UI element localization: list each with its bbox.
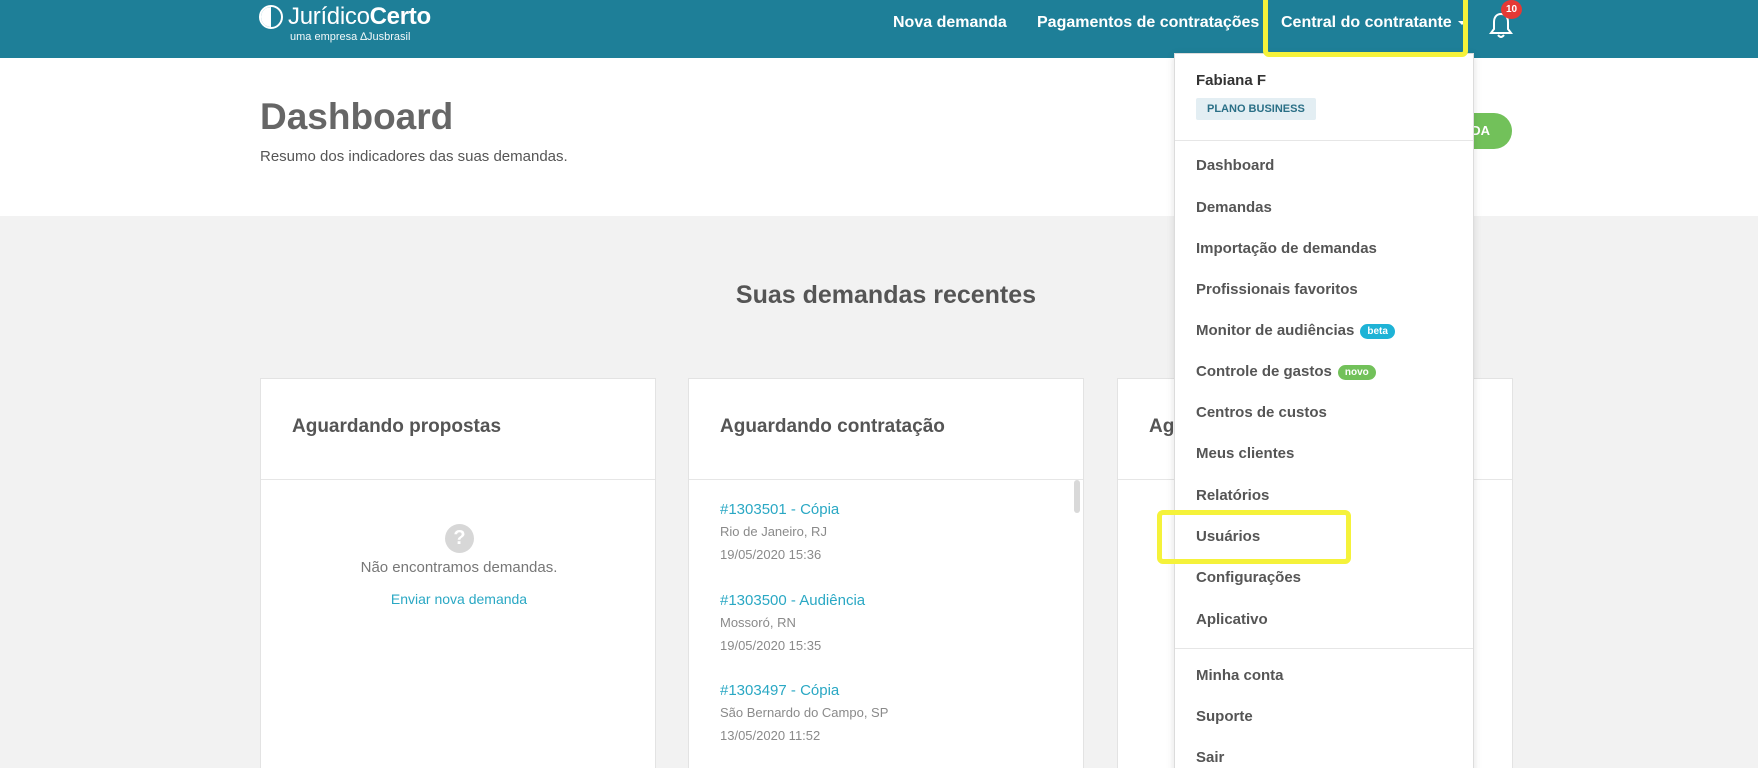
- nav-central-label: Central do contratante: [1281, 14, 1452, 31]
- list-item: #1303501 - Cópia Rio de Janeiro, RJ 19/0…: [720, 501, 839, 562]
- demand-location: Rio de Janeiro, RJ: [720, 524, 827, 539]
- top-navbar: JurídicoCerto uma empresa ∆Jusbrasil Nov…: [0, 0, 1758, 58]
- card-title: Aguardando contratação: [689, 379, 1083, 480]
- menu-item-profissionais-favoritos[interactable]: Profissionais favoritos: [1196, 281, 1358, 298]
- scrollbar-thumb[interactable]: [1074, 480, 1080, 513]
- section-title: Suas demandas recentes: [735, 281, 1037, 309]
- demand-date: 19/05/2020 15:35: [720, 638, 822, 653]
- menu-item-label: Monitor de audiências: [1196, 322, 1355, 339]
- page-header: Dashboard Resumo dos indicadores das sua…: [0, 58, 1758, 216]
- brand-mark-icon: [259, 5, 283, 29]
- brand-name: JurídicoCerto: [288, 3, 431, 30]
- notification-badge: 10: [1501, 0, 1522, 19]
- brand-logo[interactable]: JurídicoCerto uma empresa ∆Jusbrasil: [259, 3, 431, 43]
- card-aguardando-propostas: Aguardando propostas ? Não encontramos d…: [260, 378, 656, 768]
- menu-divider: [1175, 648, 1473, 649]
- demand-date: 13/05/2020 11:52: [720, 728, 821, 743]
- empty-state-text: Não encontramos demandas.: [360, 559, 558, 576]
- nav-central-contratante[interactable]: Central do contratante: [1281, 14, 1466, 32]
- menu-item-dashboard[interactable]: Dashboard: [1196, 157, 1274, 174]
- demand-location: São Bernardo do Campo, SP: [720, 705, 889, 720]
- menu-item-label: Controle de gastos: [1196, 363, 1332, 380]
- caret-down-icon: [1457, 20, 1466, 25]
- demand-date: 19/05/2020 15:36: [720, 547, 822, 562]
- demand-location: Mossoró, RN: [720, 615, 796, 630]
- menu-item-monitor-audiencias[interactable]: Monitor de audiências beta: [1196, 322, 1395, 339]
- menu-item-relatorios[interactable]: Relatórios: [1196, 487, 1269, 504]
- card-aguardando-contratacao: Aguardando contratação #1303501 - Cópia …: [688, 378, 1084, 768]
- menu-item-meus-clientes[interactable]: Meus clientes: [1196, 445, 1294, 462]
- list-item: #1303500 - Audiência Mossoró, RN 19/05/2…: [720, 592, 865, 653]
- send-new-demand-link[interactable]: Enviar nova demanda: [261, 591, 657, 607]
- plan-badge: PLANO BUSINESS: [1196, 98, 1316, 120]
- brand-subtitle: uma empresa ∆Jusbrasil: [290, 31, 411, 43]
- user-name: Fabiana F: [1196, 72, 1267, 89]
- menu-item-centros-custos[interactable]: Centros de custos: [1196, 404, 1327, 421]
- demand-link[interactable]: #1303501 - Cópia: [720, 501, 839, 518]
- question-icon: ?: [445, 524, 474, 553]
- nav-pagamentos[interactable]: Pagamentos de contratações: [1037, 14, 1259, 32]
- menu-item-usuarios[interactable]: Usuários: [1196, 528, 1260, 545]
- nav-nova-demanda[interactable]: Nova demanda: [893, 14, 1007, 32]
- menu-divider: [1175, 140, 1473, 141]
- demand-link[interactable]: #1303500 - Audiência: [720, 592, 865, 609]
- beta-badge: beta: [1360, 323, 1395, 339]
- contratante-dropdown-menu: Fabiana F PLANO BUSINESS Dashboard Deman…: [1174, 53, 1474, 768]
- menu-item-demandas[interactable]: Demandas: [1196, 199, 1272, 216]
- page-title: Dashboard: [260, 96, 454, 137]
- card-title: Aguardando propostas: [261, 379, 655, 480]
- menu-item-sair[interactable]: Sair: [1196, 749, 1224, 766]
- menu-item-minha-conta[interactable]: Minha conta: [1196, 667, 1284, 684]
- menu-item-configuracoes[interactable]: Configurações: [1196, 569, 1301, 586]
- list-item: #1303497 - Cópia São Bernardo do Campo, …: [720, 682, 888, 743]
- page-subtitle: Resumo dos indicadores das suas demandas…: [260, 148, 568, 165]
- novo-badge: novo: [1337, 364, 1376, 380]
- menu-item-controle-gastos[interactable]: Controle de gastos novo: [1196, 363, 1376, 380]
- demand-link[interactable]: #1303497 - Cópia: [720, 682, 888, 699]
- menu-item-suporte[interactable]: Suporte: [1196, 708, 1253, 725]
- menu-item-importacao[interactable]: Importação de demandas: [1196, 240, 1377, 257]
- menu-item-aplicativo[interactable]: Aplicativo: [1196, 611, 1268, 628]
